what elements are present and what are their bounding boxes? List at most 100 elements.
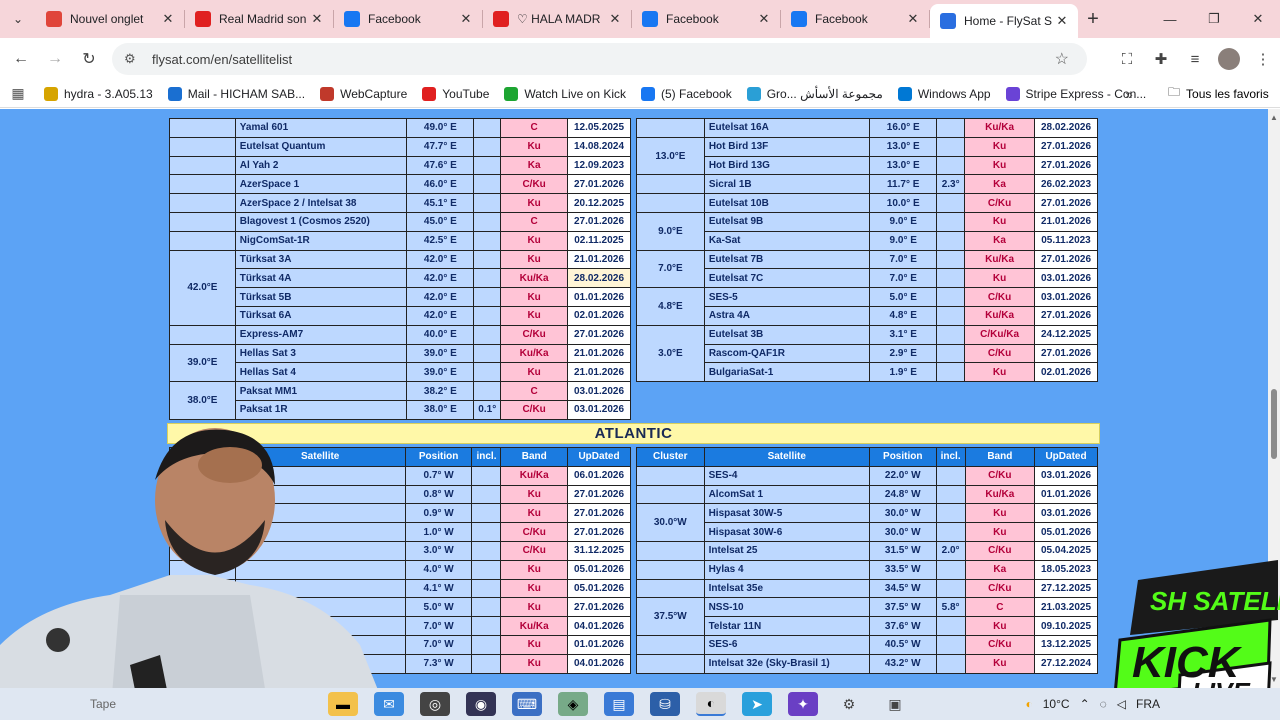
- table-row[interactable]: 7.0°E Eutelsat 7B 7.0° E Ku/Ka 27.01.2026: [636, 249, 1098, 289]
- satellite-name[interactable]: SES-4: [703, 465, 870, 486]
- close-tab-icon[interactable]: ✕: [1054, 13, 1070, 29]
- scroll-up-icon[interactable]: ▲: [1270, 113, 1278, 122]
- table-row[interactable]: 4.8°E SES-5 5.0° E C/Ku 03.01.2026: [636, 287, 1098, 326]
- close-tab-icon[interactable]: ✕: [309, 11, 325, 27]
- address-bar[interactable]: ⚙ flysat.com/en/satellitelist ☆: [112, 43, 1087, 75]
- table-row[interactable]: Blagovest 1 (Cosmos 2520) 45.0° E C 27.01.2…: [169, 211, 631, 232]
- tab-search-button[interactable]: ⌄: [0, 0, 36, 38]
- table-row[interactable]: 39.0°E Hellas Sat 3 39.0° E Ku/Ka 21.01.2026: [169, 343, 631, 383]
- table-row[interactable]: Eutelsat Quantum 47.7° E Ku 14.08.2024: [169, 136, 631, 157]
- bookmark-item[interactable]: hydra - 3.A05.13: [44, 86, 153, 101]
- table-row[interactable]: Al Yah 2 47.6° E Ka 12.09.2023: [169, 155, 631, 176]
- table-row[interactable]: 30.0°W Hispasat 30W-5 30.0° W Ku 03.01.2026: [636, 503, 1098, 542]
- app3-icon[interactable]: ▣: [880, 692, 910, 716]
- table-row[interactable]: Intelsat 35e 34.5° W C/Ku 27.12.2025: [636, 578, 1098, 599]
- satellite-name[interactable]: Türksat 6A: [234, 305, 408, 326]
- satellite-name[interactable]: Intelsat 25: [703, 540, 870, 561]
- forward-button[interactable]: →: [38, 42, 72, 76]
- chrome-taskbar-icon[interactable]: ◐: [696, 692, 726, 716]
- table-row[interactable]: Sicral 1B 11.7° E 2.3° Ka 26.02.2023: [636, 174, 1098, 195]
- restore-button[interactable]: ❐: [1192, 0, 1236, 38]
- browser-tab[interactable]: Facebook ✕: [334, 0, 482, 38]
- site-info-icon[interactable]: ⚙: [124, 51, 146, 67]
- reload-button[interactable]: ↻: [72, 42, 106, 76]
- table-row[interactable]: NigComSat-1R 42.5° E Ku 02.11.2025: [169, 230, 631, 251]
- apps-grid-icon[interactable]: ▦: [0, 85, 36, 102]
- satellite-name[interactable]: Türksat 5B: [234, 287, 408, 307]
- table-row[interactable]: 37.5°W NSS-10 37.5° W 5.8° C 21.03.2025: [636, 597, 1098, 636]
- satellite-name[interactable]: Eutelsat 10B: [703, 193, 871, 213]
- satellite-name[interactable]: BulgariaSat-1: [703, 362, 871, 383]
- satellite-name[interactable]: NSS-10: [703, 597, 870, 618]
- satellite-name[interactable]: Telstar 11N: [703, 616, 870, 636]
- satellite-name[interactable]: Türksat 4A: [234, 268, 408, 289]
- table-row[interactable]: Hot Bird 13G 13.0° E Ku 27.01.2026: [637, 155, 1098, 176]
- satellite-name[interactable]: SES-5: [703, 287, 871, 307]
- bookmark-item[interactable]: Windows App: [897, 86, 991, 101]
- table-row[interactable]: Hellas Sat 4 39.0° E Ku 21.01.2026: [170, 362, 631, 383]
- satellite-name[interactable]: Hellas Sat 4: [234, 362, 408, 383]
- file-explorer-icon[interactable]: ▬: [328, 692, 358, 716]
- table-row[interactable]: Eutelsat 16A 16.0° E Ku/Ka 28.02.2026: [636, 118, 1098, 138]
- settings-icon[interactable]: ⚙: [834, 692, 864, 716]
- close-tab-icon[interactable]: ✕: [756, 11, 772, 27]
- table-row[interactable]: BulgariaSat-1 1.9° E Ku 02.01.2026: [637, 362, 1098, 383]
- satellite-name[interactable]: Rascom-QAF1R: [703, 343, 871, 364]
- satellite-name[interactable]: Astra 4A: [703, 305, 871, 326]
- browser-tab[interactable]: Home - FlySat S ✕: [930, 4, 1078, 38]
- satellite-name[interactable]: Express-AM7: [234, 324, 408, 345]
- mail-icon[interactable]: ✉: [374, 692, 404, 716]
- table-row[interactable]: Yamal 601 49.0° E C 12.05.2025: [169, 118, 631, 138]
- table-row[interactable]: 38.0°E Paksat MM1 38.2° E C 03.01.2026: [169, 381, 631, 420]
- satellite-name[interactable]: Hot Bird 13G: [703, 155, 871, 176]
- table-row[interactable]: 9.0°E Eutelsat 9B 9.0° E Ku 21.01.2026: [636, 211, 1098, 251]
- table-row[interactable]: Intelsat 32e (Sky-Brasil 1) 43.2° W Ku 27.1…: [636, 653, 1098, 674]
- table-row[interactable]: Eutelsat 7C 7.0° E Ku 03.01.2026: [637, 268, 1098, 289]
- satellite-name[interactable]: Paksat MM1: [234, 381, 408, 401]
- bookmark-star-icon[interactable]: ☆: [1055, 49, 1069, 69]
- satellite-name[interactable]: Hot Bird 13F: [703, 136, 871, 157]
- bookmark-item[interactable]: WebCapture: [320, 86, 407, 101]
- taskbar-search[interactable]: Tape: [0, 688, 320, 720]
- table-row[interactable]: SES-6 40.5° W C/Ku 13.12.2025: [636, 634, 1098, 655]
- satellite-name[interactable]: AlcomSat 1: [703, 484, 870, 505]
- bookmark-item[interactable]: Gro... مجموعة الأسأش: [746, 86, 883, 101]
- satellite-name[interactable]: Eutelsat 9B: [703, 211, 871, 232]
- satellite-name[interactable]: AzerSpace 2 / Intelsat 38: [234, 193, 408, 213]
- table-row[interactable]: Hylas 4 33.5° W Ka 18.05.2023: [636, 559, 1098, 580]
- close-window-button[interactable]: ✕: [1236, 0, 1280, 38]
- browser-tab[interactable]: Nouvel onglet ✕: [36, 0, 184, 38]
- browser-tab[interactable]: ♡ HALA MADR ✕: [483, 0, 631, 38]
- weather-icon[interactable]: ◐: [1026, 697, 1033, 711]
- table-row[interactable]: Paksat 1R 38.0° E 0.1° C/Ku 03.01.2026: [170, 399, 631, 420]
- table-row[interactable]: Türksat 4A 42.0° E Ku/Ka 28.02.2026: [170, 268, 631, 289]
- table-row[interactable]: AzerSpace 1 46.0° E C/Ku 27.01.2026: [169, 174, 631, 195]
- satellite-name[interactable]: Eutelsat 7B: [703, 249, 871, 270]
- table-row[interactable]: 3.0°E Eutelsat 3B 3.1° E C/Ku/Ka 24.12.2025: [636, 324, 1098, 383]
- table-row[interactable]: SES-4 22.0° W C/Ku 03.01.2026: [636, 465, 1098, 486]
- app-icon[interactable]: ◈: [558, 692, 588, 716]
- satellite-name[interactable]: Hispasat 30W-5: [703, 503, 870, 524]
- satellite-name[interactable]: Eutelsat 3B: [703, 324, 871, 345]
- table-row[interactable]: Astra 4A 4.8° E Ku/Ka 27.01.2026: [637, 305, 1098, 326]
- satellite-name[interactable]: Hispasat 30W-6: [703, 522, 870, 542]
- browser-tab[interactable]: Real Madrid son ✕: [185, 0, 333, 38]
- table-row[interactable]: 42.0°E Türksat 3A 42.0° E Ku 21.01.2026: [169, 249, 631, 326]
- camera-icon[interactable]: ◉: [466, 692, 496, 716]
- volume-icon[interactable]: ◁: [1117, 697, 1126, 711]
- app2-icon[interactable]: ✦: [788, 692, 818, 716]
- table-row[interactable]: Telstar 11N 37.6° W Ku 09.10.2025: [637, 616, 1098, 636]
- all-bookmarks-folder[interactable]: 🗀 Tous les favoris: [1168, 83, 1269, 104]
- satellite-name[interactable]: Paksat 1R: [234, 399, 408, 420]
- language-indicator[interactable]: FRA: [1136, 697, 1160, 711]
- satellite-name[interactable]: Türksat 3A: [234, 249, 408, 270]
- scrollbar-thumb[interactable]: [1271, 389, 1277, 459]
- table-row[interactable]: Ka-Sat 9.0° E Ka 05.11.2023: [637, 230, 1098, 251]
- table-row[interactable]: Rascom-QAF1R 2.9° E C/Ku 27.01.2026: [637, 343, 1098, 364]
- bookmark-item[interactable]: YouTube: [422, 86, 489, 101]
- new-tab-button[interactable]: +: [1078, 8, 1108, 31]
- satellite-name[interactable]: AzerSpace 1: [234, 174, 408, 195]
- satellite-name[interactable]: Eutelsat 7C: [703, 268, 871, 289]
- close-tab-icon[interactable]: ✕: [160, 11, 176, 27]
- wifi-icon[interactable]: ◌: [1100, 697, 1107, 711]
